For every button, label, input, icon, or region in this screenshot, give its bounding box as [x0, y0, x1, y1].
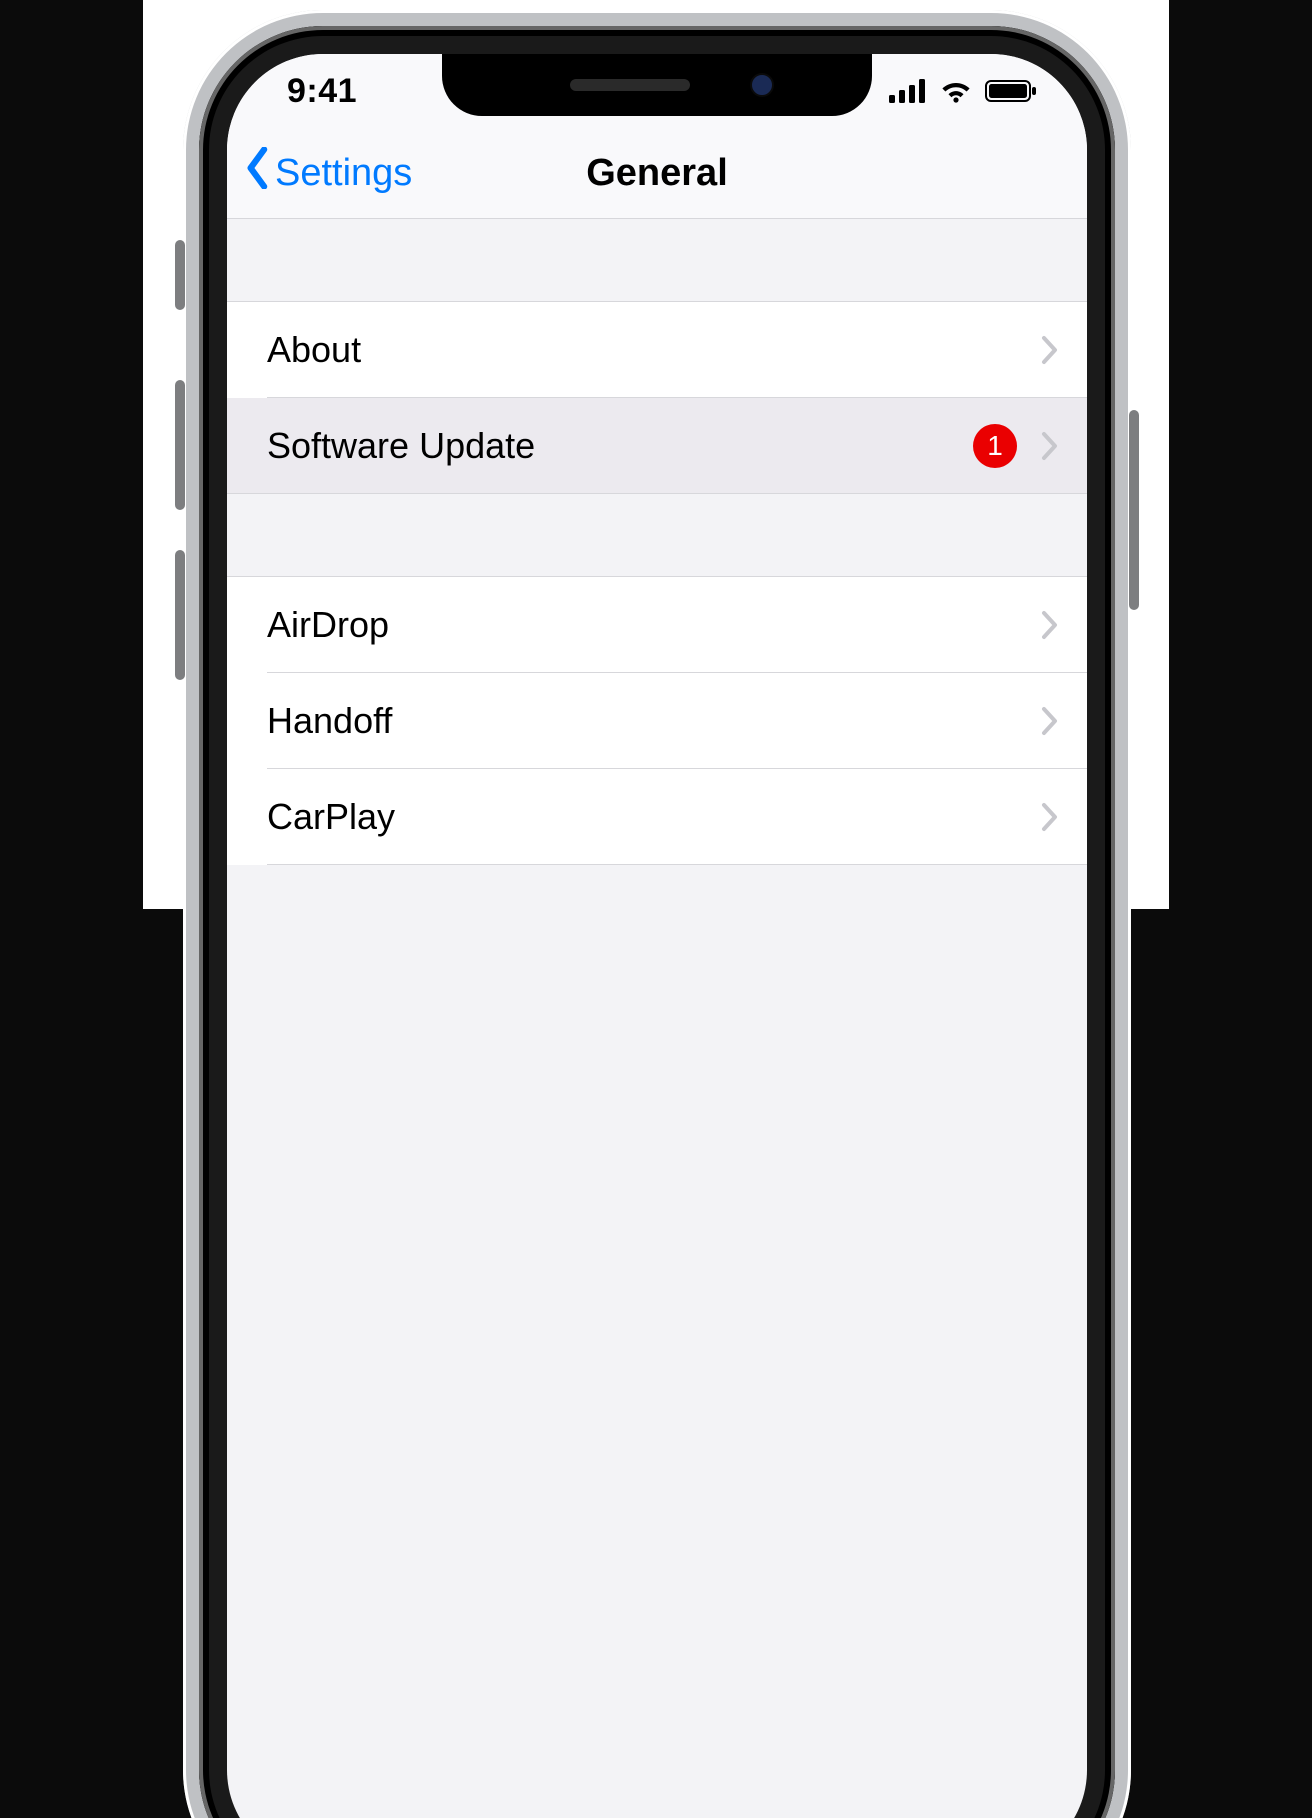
chevron-left-icon [245, 147, 271, 199]
row-handoff[interactable]: Handoff [227, 673, 1087, 769]
wifi-icon [939, 79, 973, 103]
group-spacer [227, 494, 1087, 577]
row-label: Software Update [267, 425, 973, 467]
power-button [1129, 410, 1139, 610]
row-carplay[interactable]: CarPlay [227, 769, 1087, 865]
row-software-update[interactable]: Software Update 1 [227, 398, 1087, 494]
chevron-right-icon [1041, 802, 1059, 832]
speaker-slit [570, 79, 690, 91]
front-camera [750, 73, 774, 97]
battery-icon [985, 79, 1037, 103]
mute-switch [175, 240, 185, 310]
row-airdrop[interactable]: AirDrop [227, 577, 1087, 673]
row-label: Handoff [267, 700, 1041, 742]
row-label: About [267, 329, 1041, 371]
notch [442, 54, 872, 116]
chevron-right-icon [1041, 335, 1059, 365]
back-button[interactable]: Settings [227, 147, 412, 199]
phone-frame: 9:41 [183, 10, 1131, 1818]
volume-up-button [175, 380, 185, 510]
nav-bar: Settings General [227, 128, 1087, 219]
settings-list[interactable]: About Software Update 1 [227, 219, 1087, 865]
notification-badge: 1 [973, 424, 1017, 468]
volume-down-button [175, 550, 185, 680]
cellular-signal-icon [889, 79, 927, 103]
screen: 9:41 [227, 54, 1087, 1818]
status-time: 9:41 [287, 72, 357, 111]
row-about[interactable]: About [227, 302, 1087, 398]
chevron-right-icon [1041, 706, 1059, 736]
chevron-right-icon [1041, 431, 1059, 461]
row-label: AirDrop [267, 604, 1041, 646]
group-spacer [227, 219, 1087, 302]
row-label: CarPlay [267, 796, 1041, 838]
back-label: Settings [275, 152, 412, 195]
chevron-right-icon [1041, 610, 1059, 640]
